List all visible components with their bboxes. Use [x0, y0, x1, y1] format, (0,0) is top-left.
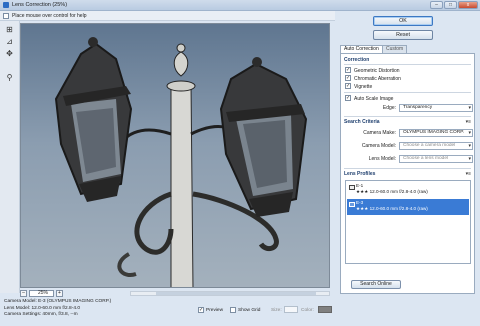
tab-custom[interactable]: Custom: [382, 45, 408, 53]
close-button[interactable]: x: [458, 1, 478, 9]
profile-lens: ★★★ 12.0-60.0 mm f/2.8-4.0 (raw): [356, 189, 428, 194]
divider: [344, 116, 471, 117]
show-grid-checkbox[interactable]: [230, 307, 236, 313]
window-controls: – □ x: [429, 1, 478, 9]
zoom-tool-icon[interactable]: ⚲: [4, 73, 15, 83]
show-grid-label: Show Grid: [238, 307, 261, 313]
edge-label: Edge:: [382, 105, 396, 111]
camera-make-label: Camera Make:: [363, 130, 396, 136]
minimize-button[interactable]: –: [430, 1, 443, 9]
chevron-down-icon: ▾: [468, 130, 471, 136]
lens-profiles-heading: Lens Profiles: [344, 171, 376, 177]
search-criteria-menu-icon[interactable]: ▾≡: [466, 119, 471, 125]
zoom-out-button[interactable]: –: [20, 290, 27, 297]
window-title: Lens Correction (25%): [12, 2, 68, 8]
divider: [344, 168, 471, 169]
geometric-distortion-label: Geometric Distortion: [354, 68, 400, 74]
straighten-tool-icon[interactable]: ⊿: [4, 37, 15, 47]
search-criteria-heading: Search Criteria: [344, 119, 380, 125]
camera-model-select[interactable]: Choose a camera model ▾: [399, 142, 473, 150]
maximize-button[interactable]: □: [444, 1, 457, 9]
profile-lens: ★★★ 12.0-60.0 mm f/2.8-4.0 (raw): [356, 206, 428, 211]
chevron-down-icon: ▾: [468, 143, 471, 149]
list-item[interactable]: E-1 ★★★ 12.0-60.0 mm f/2.8-4.0 (raw): [347, 182, 469, 198]
right-panel: OK Reset Auto Correction Custom Correcti…: [336, 11, 480, 326]
image-preview-canvas[interactable]: [20, 23, 330, 288]
list-item[interactable]: E-3 ★★★ 12.0-60.0 mm f/2.8-4.0 (raw): [347, 199, 469, 215]
lens-profile-list[interactable]: E-1 ★★★ 12.0-60.0 mm f/2.8-4.0 (raw) E-3…: [345, 180, 471, 264]
zoom-bar: – 25% +: [20, 290, 330, 298]
app-icon: [3, 2, 9, 8]
scrollbar-thumb[interactable]: [156, 292, 316, 295]
zoom-level-field[interactable]: 25%: [29, 290, 54, 297]
zoom-in-button[interactable]: +: [56, 290, 63, 297]
grid-size-field[interactable]: [284, 306, 298, 313]
remove-distortion-tool-icon[interactable]: ⊞: [4, 25, 15, 35]
search-online-button[interactable]: Search Online: [351, 280, 401, 289]
tab-bar: Auto Correction Custom: [340, 45, 475, 53]
auto-scale-label: Auto Scale Image: [354, 96, 394, 102]
lens-model-select[interactable]: Choose a lens model ▾: [399, 155, 473, 163]
size-label: Size:: [271, 307, 282, 313]
color-label: Color:: [301, 307, 314, 313]
help-bar: Place mouse over control for help: [0, 11, 335, 21]
camera-settings-info: Camera Settings: 40mm, f/3.8, --m: [4, 312, 78, 317]
lens-profiles-menu-icon[interactable]: ▾≡: [466, 171, 471, 177]
edge-select[interactable]: Transparency ▾: [399, 104, 473, 112]
chevron-down-icon: ▾: [468, 156, 471, 162]
camera-model-placeholder: Choose a camera model: [403, 143, 456, 148]
camera-make-select[interactable]: OLYMPUS IMAGING CORP. ▾: [399, 129, 473, 137]
preview-checkbox[interactable]: ✓: [198, 307, 204, 313]
camera-icon: [349, 202, 355, 207]
camera-icon: [349, 185, 355, 190]
help-icon: [3, 13, 9, 19]
chromatic-aberration-label: Chromatic Aberration: [354, 76, 401, 82]
horizontal-scrollbar[interactable]: [130, 291, 330, 296]
tab-auto-correction[interactable]: Auto Correction: [340, 45, 383, 53]
lens-model-placeholder: Choose a lens model: [403, 156, 449, 161]
divider: [344, 92, 471, 93]
grid-color-swatch[interactable]: [318, 306, 332, 313]
title-bar: Lens Correction (25%) – □ x: [0, 0, 480, 11]
correction-heading: Correction: [344, 57, 370, 63]
vignette-label: Vignette: [354, 84, 373, 90]
tool-panel: ⊞ ⊿ ✥ ✋ ⚲: [0, 21, 132, 293]
camera-model-label: Camera Model:: [361, 143, 396, 149]
chromatic-aberration-checkbox[interactable]: ✓: [345, 75, 351, 81]
geometric-distortion-checkbox[interactable]: ✓: [345, 67, 351, 73]
help-text: Place mouse over control for help: [12, 13, 87, 19]
chevron-down-icon: ▾: [468, 105, 471, 111]
preview-label: Preview: [206, 307, 224, 313]
preview-options: ✓ Preview Show Grid Size: Color:: [198, 306, 333, 314]
ok-button[interactable]: OK: [373, 16, 433, 26]
camera-make-value: OLYMPUS IMAGING CORP.: [403, 130, 465, 135]
move-grid-tool-icon[interactable]: ✥: [4, 49, 15, 59]
street-lamp-photo: [21, 24, 329, 287]
lens-model-label: Lens Model:: [368, 156, 396, 162]
image-info: Camera Model: E-3 (OLYMPUS IMAGING CORP.…: [4, 299, 194, 319]
reset-button[interactable]: Reset: [373, 30, 433, 40]
edge-value: Transparency: [403, 105, 433, 110]
vignette-checkbox[interactable]: ✓: [345, 83, 351, 89]
auto-correction-panel: Correction ✓ Geometric Distortion ✓ Chro…: [340, 53, 475, 294]
auto-scale-checkbox[interactable]: ✓: [345, 95, 351, 101]
divider: [344, 64, 471, 65]
